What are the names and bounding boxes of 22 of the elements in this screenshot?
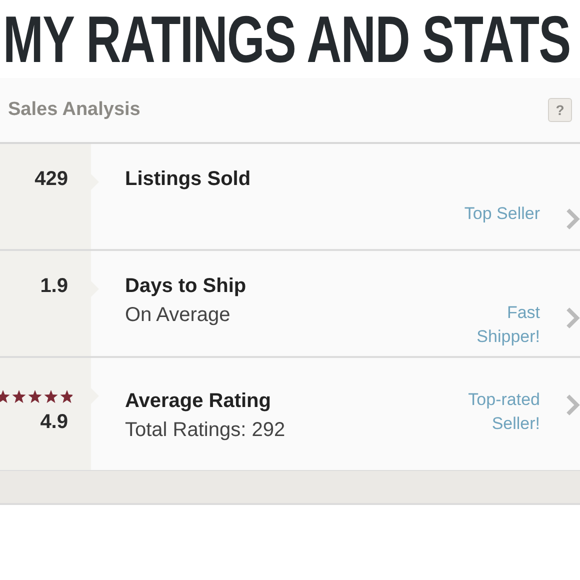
- star-icon: [60, 390, 74, 403]
- seller-label: Top-rated Seller!: [467, 389, 540, 435]
- chevron-icon[interactable]: [566, 208, 580, 230]
- stat-subtitle: On Average: [125, 304, 232, 327]
- stat-title: Days to Ship: [125, 275, 248, 298]
- headline: MY RATINGS AND STATS: [2, 1, 570, 78]
- stat-subtitle: Total Ratings: 292: [125, 419, 286, 442]
- stat-value: 1.9: [40, 275, 68, 298]
- star-icon: [44, 390, 58, 403]
- star-icon: [12, 390, 26, 403]
- stat-title: Average Rating: [125, 390, 272, 413]
- chevron-icon[interactable]: [566, 394, 580, 416]
- panel-title: Sales Analysis: [8, 99, 140, 121]
- stat-value: 4.9: [40, 411, 68, 434]
- star-icon: [28, 390, 42, 403]
- seller-label: Fast Shipper!: [476, 302, 540, 348]
- help-button[interactable]: ?: [548, 98, 572, 122]
- stat-title: Listings Sold: [125, 168, 252, 191]
- chevron-icon[interactable]: [566, 307, 580, 329]
- star-icon: [0, 390, 10, 403]
- seller-label: Top Seller: [463, 203, 540, 225]
- stat-value: 429: [34, 168, 68, 191]
